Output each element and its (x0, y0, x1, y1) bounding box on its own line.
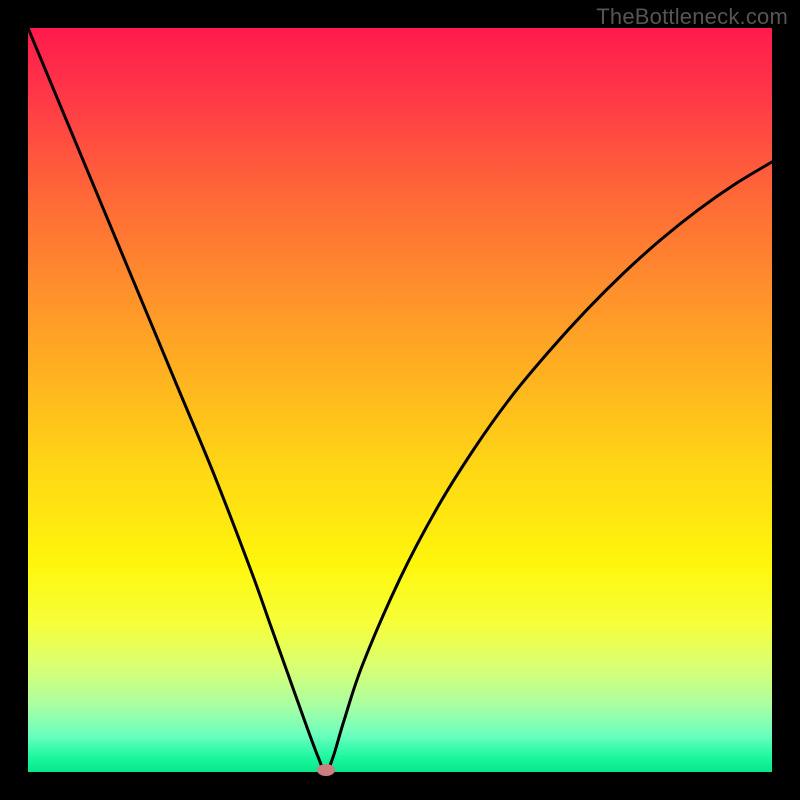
plot-area (28, 28, 772, 772)
curve-layer (28, 28, 772, 772)
chart-frame: TheBottleneck.com (0, 0, 800, 800)
minimum-marker (317, 764, 335, 776)
watermark-text: TheBottleneck.com (596, 4, 788, 30)
bottleneck-curve (28, 28, 772, 772)
